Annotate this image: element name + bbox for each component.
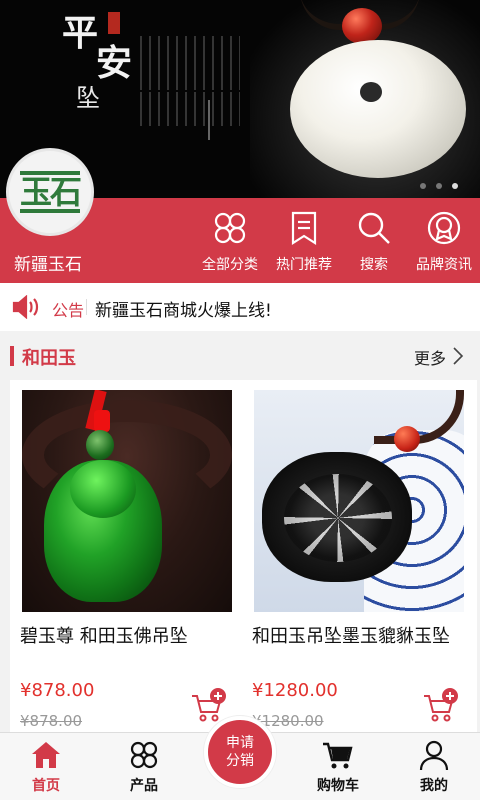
chevron-right-icon[interactable] [452,347,464,365]
product-image[interactable] [22,390,232,612]
product-image[interactable] [254,390,464,612]
product-price: ¥1280.00 [252,680,338,701]
product-name[interactable]: 碧玉尊 和田玉佛吊坠 [20,622,188,648]
user-icon [419,740,449,771]
tab-products[interactable]: 产品 [104,739,184,799]
banner-signature-line [208,100,210,140]
grid-icon [130,741,158,769]
section-header: 和田玉 更多 [0,338,480,376]
nav-search[interactable]: 搜索 [336,210,412,274]
fab-label-line2: 分销 [226,753,254,769]
product-price: ¥878.00 [20,680,95,701]
banner-jade-hole [360,82,382,102]
section-accent-bar [10,346,14,366]
apply-distribution-button[interactable]: 申请 分销 [204,716,276,788]
bookmark-icon [291,211,317,246]
tab-cart[interactable]: 购物车 [298,739,378,799]
brand-name: 新疆玉石 [14,255,82,275]
nav-hot-recommend[interactable]: 热门推荐 [266,210,342,274]
more-link[interactable]: 更多 [414,345,446,369]
tab-home[interactable]: 首页 [6,739,86,799]
red-knot [94,410,110,432]
banner-title-char-1: 平 [62,12,99,54]
nav-brand-news[interactable]: 品牌资讯 [406,210,480,274]
banner-calligraphy [140,36,240,126]
tab-label: 产品 [130,778,158,794]
announcement-message[interactable]: 新疆玉石商城火爆上线! [95,296,272,321]
product-card[interactable]: 碧玉尊 和田玉佛吊坠 ¥878.00 ¥878.00 [10,380,245,732]
tab-label: 首页 [32,778,60,794]
nav-all-categories[interactable]: 全部分类 [192,210,268,274]
carousel-dot-active[interactable] [452,183,458,189]
brand-logo: 玉石 [6,148,94,236]
red-bead [394,426,420,452]
banner-red-bead [342,8,382,44]
tab-mine[interactable]: 我的 [394,739,474,799]
speaker-icon [12,295,39,319]
jade-buddha-head [70,460,136,518]
nav-label: 品牌资讯 [416,257,472,273]
announcement-divider [86,299,87,315]
nav-label: 搜索 [360,257,388,273]
fab-label-line1: 申请 [226,735,254,751]
banner-title-char-3: 坠 [76,84,100,112]
product-name[interactable]: 和田玉吊坠墨玉貔貅玉坠 [252,622,450,648]
nav-label: 热门推荐 [276,257,332,273]
green-bead [86,430,114,460]
tab-label: 购物车 [317,778,359,794]
banner-seal [108,12,120,34]
add-to-cart-icon[interactable] [422,688,458,724]
carousel-dot[interactable] [436,183,442,189]
product-card[interactable]: 和田玉吊坠墨玉貔貅玉坠 ¥1280.00 ¥1280.00 [242,380,477,732]
pixiu-carving [284,474,392,562]
search-icon [358,212,390,244]
grid-icon [214,212,246,244]
brand-logo-text: 玉石 [19,171,82,213]
tab-label: 我的 [420,778,448,794]
announcement-bar[interactable]: 公告 新疆玉石商城火爆上线! [0,283,480,331]
banner-title-char-2: 安 [96,42,133,84]
carousel-dots [420,183,458,189]
product-original-price: ¥878.00 [20,712,83,730]
add-to-cart-icon[interactable] [190,688,226,724]
section-title: 和田玉 [22,348,76,369]
announcement-tag: 公告 [52,301,85,320]
award-icon [427,211,461,245]
home-icon [32,742,60,768]
cart-icon [323,742,353,769]
nav-label: 全部分类 [202,257,258,273]
carousel-dot[interactable] [420,183,426,189]
banner-jade-pendant [290,40,466,178]
